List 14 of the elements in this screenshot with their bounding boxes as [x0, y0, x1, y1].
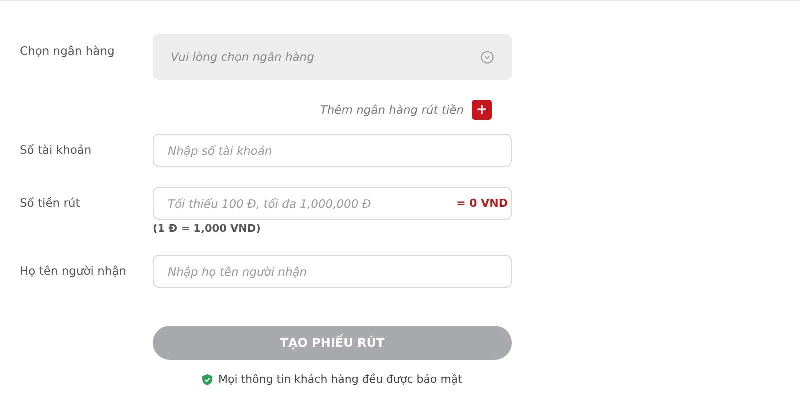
field-label: Họ tên người nhận: [20, 263, 128, 280]
add-bank-link[interactable]: Thêm ngân hàng rút tiền: [320, 103, 464, 117]
chevron-down-icon: [481, 50, 494, 64]
security-note: Mọi thông tin khách hàng đều được bảo mật: [218, 373, 462, 386]
shield-check-icon: [202, 374, 214, 386]
input-field[interactable]: Nhập số tài khoản: [153, 134, 512, 167]
bank-dropdown[interactable]: Vui lòng chọn ngân hàng: [153, 34, 512, 80]
exchange-rate-note: (1 Đ = 1,000 VND): [153, 223, 262, 235]
input-field[interactable]: Nhập họ tên người nhận: [153, 255, 512, 288]
field-label: Chọn ngân hàng: [20, 43, 116, 60]
field-label: Số tiền rút: [20, 195, 82, 212]
field-label: Số tài khoản: [20, 142, 93, 159]
add-bank-button[interactable]: +: [472, 100, 492, 120]
converted-amount: = 0 VND: [456, 197, 508, 210]
